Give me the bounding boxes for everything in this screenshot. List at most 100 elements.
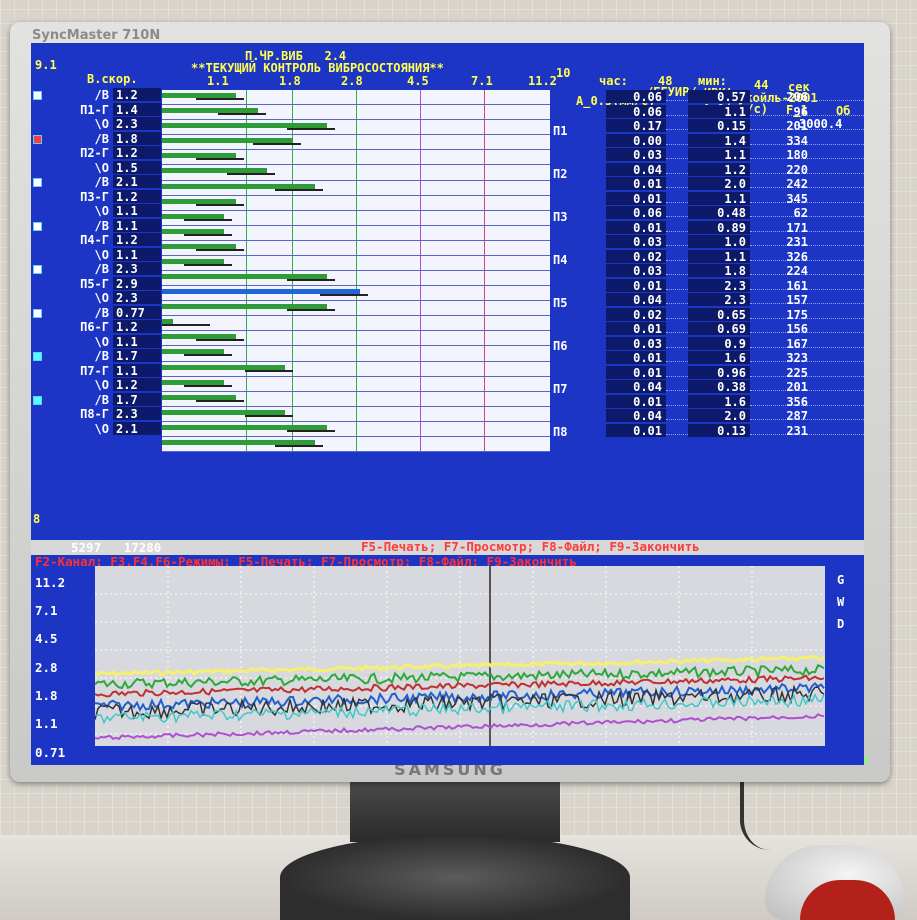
- table-row: 0.01 0.96 225: [596, 365, 864, 381]
- table-row: 0.04 2.0 287: [596, 409, 864, 424]
- channel-row[interactable]: П2-Г 1.2: [31, 146, 161, 161]
- channel-row[interactable]: /В 1.2: [31, 88, 161, 103]
- table-row: 0.01 0.13 231: [596, 423, 864, 439]
- a1-cell: 1.6: [688, 351, 750, 365]
- channel-row[interactable]: /В 1.7: [31, 349, 161, 364]
- row-divider: [162, 345, 550, 347]
- a1-cell: 1.1: [688, 191, 750, 206]
- marker-icon: [33, 395, 42, 405]
- channel-row[interactable]: /В 1.7: [31, 392, 161, 408]
- channel-row[interactable]: \О 1.2: [31, 378, 161, 393]
- f1-cell: 201: [786, 380, 808, 394]
- table-row: 0.04 2.3 157: [596, 293, 864, 308]
- trend-y-tick: 2.8: [35, 660, 58, 675]
- channel-peak-bar: [244, 414, 293, 417]
- a05-cell: 0.01: [606, 365, 666, 380]
- trend-side-letter: G: [837, 573, 845, 587]
- row-leader: [666, 114, 688, 116]
- row-leader: [666, 172, 688, 174]
- row-leader: [666, 332, 688, 333]
- row-leader: [666, 245, 688, 246]
- channel-row[interactable]: П7-Г 1.1: [31, 363, 161, 379]
- a1-cell: 1.4: [688, 133, 750, 148]
- f1-cell: 224: [786, 264, 808, 278]
- channel-row[interactable]: /В 1.8: [31, 131, 161, 147]
- channel-row[interactable]: П1-Г 1.4: [31, 102, 161, 118]
- row-leader: [666, 303, 688, 304]
- status-digit: 8: [33, 512, 41, 526]
- row-divider: [162, 104, 550, 106]
- table-row: 0.02 0.65 175: [596, 307, 864, 323]
- f1-cell: 242: [786, 177, 808, 191]
- scale-tick: 7.1: [471, 74, 493, 88]
- row-leader: [666, 419, 688, 420]
- hour-number: 10: [556, 66, 571, 80]
- channel-row[interactable]: /В 1.1: [31, 218, 161, 234]
- trend-y-tick: 0.71: [35, 745, 66, 760]
- row-leader: [666, 390, 688, 391]
- a1-cell: 0.15: [688, 119, 750, 133]
- f1-cell: 323: [786, 351, 808, 365]
- channel-peak-bar: [183, 263, 232, 266]
- channel-peak-bar: [274, 444, 323, 447]
- channel-row[interactable]: \О 1.1: [31, 247, 161, 263]
- a05-cell: 0.01: [606, 351, 666, 365]
- channel-row[interactable]: П3-Г 1.2: [31, 189, 161, 205]
- f1-cell: 220: [786, 162, 808, 177]
- a05-cell: 0.03: [606, 336, 666, 351]
- f1-cell: 206: [786, 90, 808, 104]
- a1-cell: 0.89: [688, 220, 750, 235]
- channel-row[interactable]: \О 2.3: [31, 117, 161, 132]
- group-label: П8: [553, 425, 568, 439]
- table-row: 0.01 1.6 323: [596, 351, 864, 366]
- counter-2: 17280: [123, 540, 162, 555]
- row-divider: [162, 390, 550, 392]
- channel-row[interactable]: \О 1.1: [31, 204, 161, 219]
- row-leader: [666, 346, 688, 348]
- table-row: 0.17 0.15 201: [596, 119, 864, 134]
- f1-cell: 356: [786, 394, 808, 409]
- f1-cell: 201: [786, 119, 808, 133]
- scale-tick: 1.8: [279, 74, 301, 88]
- counters: 5297 17280: [71, 540, 161, 555]
- channel-row[interactable]: \О 1.5: [31, 160, 161, 176]
- table-row: 0.01 1.6 356: [596, 394, 864, 410]
- channel-row[interactable]: /В 2.3: [31, 262, 161, 277]
- row-leader: [666, 158, 688, 159]
- row-divider: [162, 179, 550, 181]
- channel-row[interactable]: /В 2.1: [31, 175, 161, 190]
- channel-row[interactable]: П5-Г 2.9: [31, 276, 161, 292]
- a05-cell: 0.06: [606, 90, 666, 104]
- marker-icon: [33, 265, 42, 274]
- channel-peak-bar: [252, 143, 301, 146]
- marker-icon: [33, 308, 42, 318]
- trend-chart: [95, 566, 825, 746]
- row-divider: [162, 405, 550, 407]
- table-row: 0.01 0.89 171: [596, 220, 864, 236]
- header-left-number: 9.1: [35, 58, 57, 72]
- channel-peak-bar: [287, 309, 336, 312]
- a1-cell: 1.1: [688, 148, 750, 162]
- group-label: П7: [553, 382, 568, 396]
- channel-row[interactable]: П4-Г 1.2: [31, 233, 161, 248]
- grid-line: [246, 90, 247, 452]
- table-row: 0.04 1.2 220: [596, 162, 864, 178]
- channel-row[interactable]: П6-Г 1.2: [31, 320, 161, 335]
- a05-cell: 0.01: [606, 423, 666, 438]
- channel-peak-bar: [183, 384, 232, 387]
- group-label: П6: [553, 339, 568, 353]
- group-label: П3: [553, 210, 568, 224]
- channel-peak-bar: [195, 98, 244, 100]
- channel-row[interactable]: \О 2.3: [31, 291, 161, 306]
- channel-row[interactable]: /В 0.77: [31, 305, 161, 321]
- monitor-model-label: SyncMaster 710N: [32, 28, 161, 43]
- channel-peak-bar: [195, 339, 244, 342]
- channel-row[interactable]: \О 2.1: [31, 421, 161, 437]
- row-leader: [666, 288, 688, 290]
- monitor-neck: [350, 782, 560, 842]
- a05-cell: 0.01: [606, 191, 666, 206]
- a05-cell: 0.00: [606, 133, 666, 148]
- channel-row[interactable]: \О 1.1: [31, 334, 161, 350]
- row-divider: [162, 330, 550, 332]
- channel-row[interactable]: П8-Г 2.3: [31, 407, 161, 422]
